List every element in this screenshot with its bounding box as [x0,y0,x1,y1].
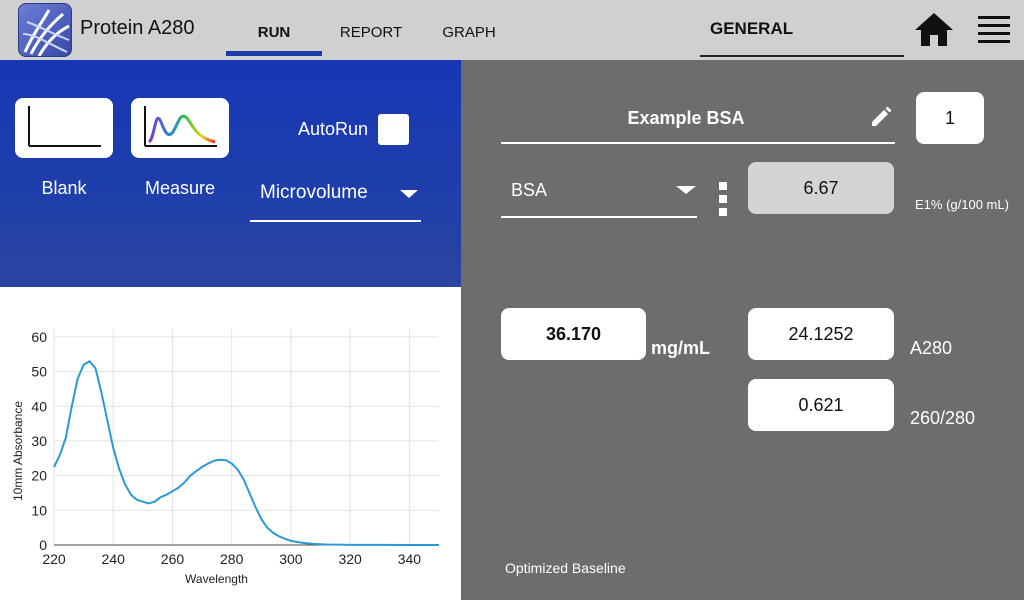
measurement-mode-dropdown[interactable]: Microvolume [250,168,421,222]
app-logo-icon [18,3,72,57]
measure-button[interactable] [131,98,229,158]
blank-graph-icon [28,106,101,147]
method-group-selector[interactable]: GENERAL [700,19,904,39]
app-title: Protein A280 [80,17,195,39]
dropdown-arrow-icon [676,186,696,194]
hamburger-menu-icon[interactable] [976,12,1012,48]
x-tick-label: 280 [220,551,244,567]
x-axis-label: Wavelength [185,572,248,586]
measurement-mode-value: Microvolume [260,182,368,203]
absorbance-series-line [53,360,440,546]
blank-label: Blank [41,178,87,198]
a280-value: 24.1252 [748,308,894,360]
baseline-mode-label: Optimized Baseline [505,560,626,576]
y-tick-label: 30 [31,433,47,449]
protein-type-dropdown[interactable]: BSA [501,166,697,218]
measure-label: Measure [144,178,216,198]
x-tick-label: 240 [102,551,126,567]
a280-label: A280 [910,338,953,358]
ratio-260-280-value: 0.621 [748,379,894,431]
tab-graph[interactable]: GRAPH [438,24,500,41]
pencil-edit-icon[interactable] [869,105,893,129]
method-group-underline [700,55,904,57]
sample-name-value: Example BSA [627,108,745,128]
protein-type-value: BSA [511,180,548,200]
y-tick-label: 40 [31,398,47,414]
measure-graph-icon [144,106,217,147]
y-axis-label: 10mm Absorbance [11,401,25,501]
x-tick-label: 220 [42,551,66,567]
results-panel: Example BSA 1 BSA 6.67 E1% (g/100 mL) 36… [461,60,1024,600]
spectrum-graph-panel: 0 10 20 30 40 50 60 220 240 260 280 300 320 340 Wavele… [0,287,461,600]
active-tab-indicator [226,51,322,56]
x-tick-label: 320 [338,551,362,567]
concentration-unit: mg/mL [651,338,711,358]
extinction-coefficient-label: E1% (g/100 mL) [915,197,1009,212]
sample-count-field[interactable]: 1 [916,92,984,144]
x-tick-label: 340 [398,551,422,567]
autorun-checkbox[interactable] [378,114,409,145]
x-tick-label: 260 [161,551,185,567]
top-bar: Protein A280 RUN REPORT GRAPH GENERAL [0,0,1024,60]
blank-button[interactable] [15,98,113,158]
x-tick-label: 300 [279,551,303,567]
run-controls-panel: Blank Measure AutoRun Microvolume [0,60,461,287]
more-options-icon[interactable] [719,182,729,216]
home-icon[interactable] [912,10,956,50]
extinction-coefficient-field[interactable]: 6.67 [748,162,894,214]
spectrum-chart: 0102030405060220 240 260 280 300 320 340Wavele… [11,329,440,586]
autorun-label: AutoRun [298,119,369,139]
y-tick-label: 50 [31,364,47,380]
y-tick-label: 60 [31,329,47,345]
sample-name-field[interactable]: Example BSA [501,104,895,144]
ratio-260-280-label: 260/280 [910,408,976,428]
tab-run[interactable]: RUN [226,24,322,41]
y-tick-label: 20 [31,468,47,484]
dropdown-arrow-icon [400,190,418,198]
y-tick-label: 10 [31,502,47,518]
tab-report[interactable]: REPORT [338,24,404,41]
concentration-value: 36.170 [501,308,646,360]
